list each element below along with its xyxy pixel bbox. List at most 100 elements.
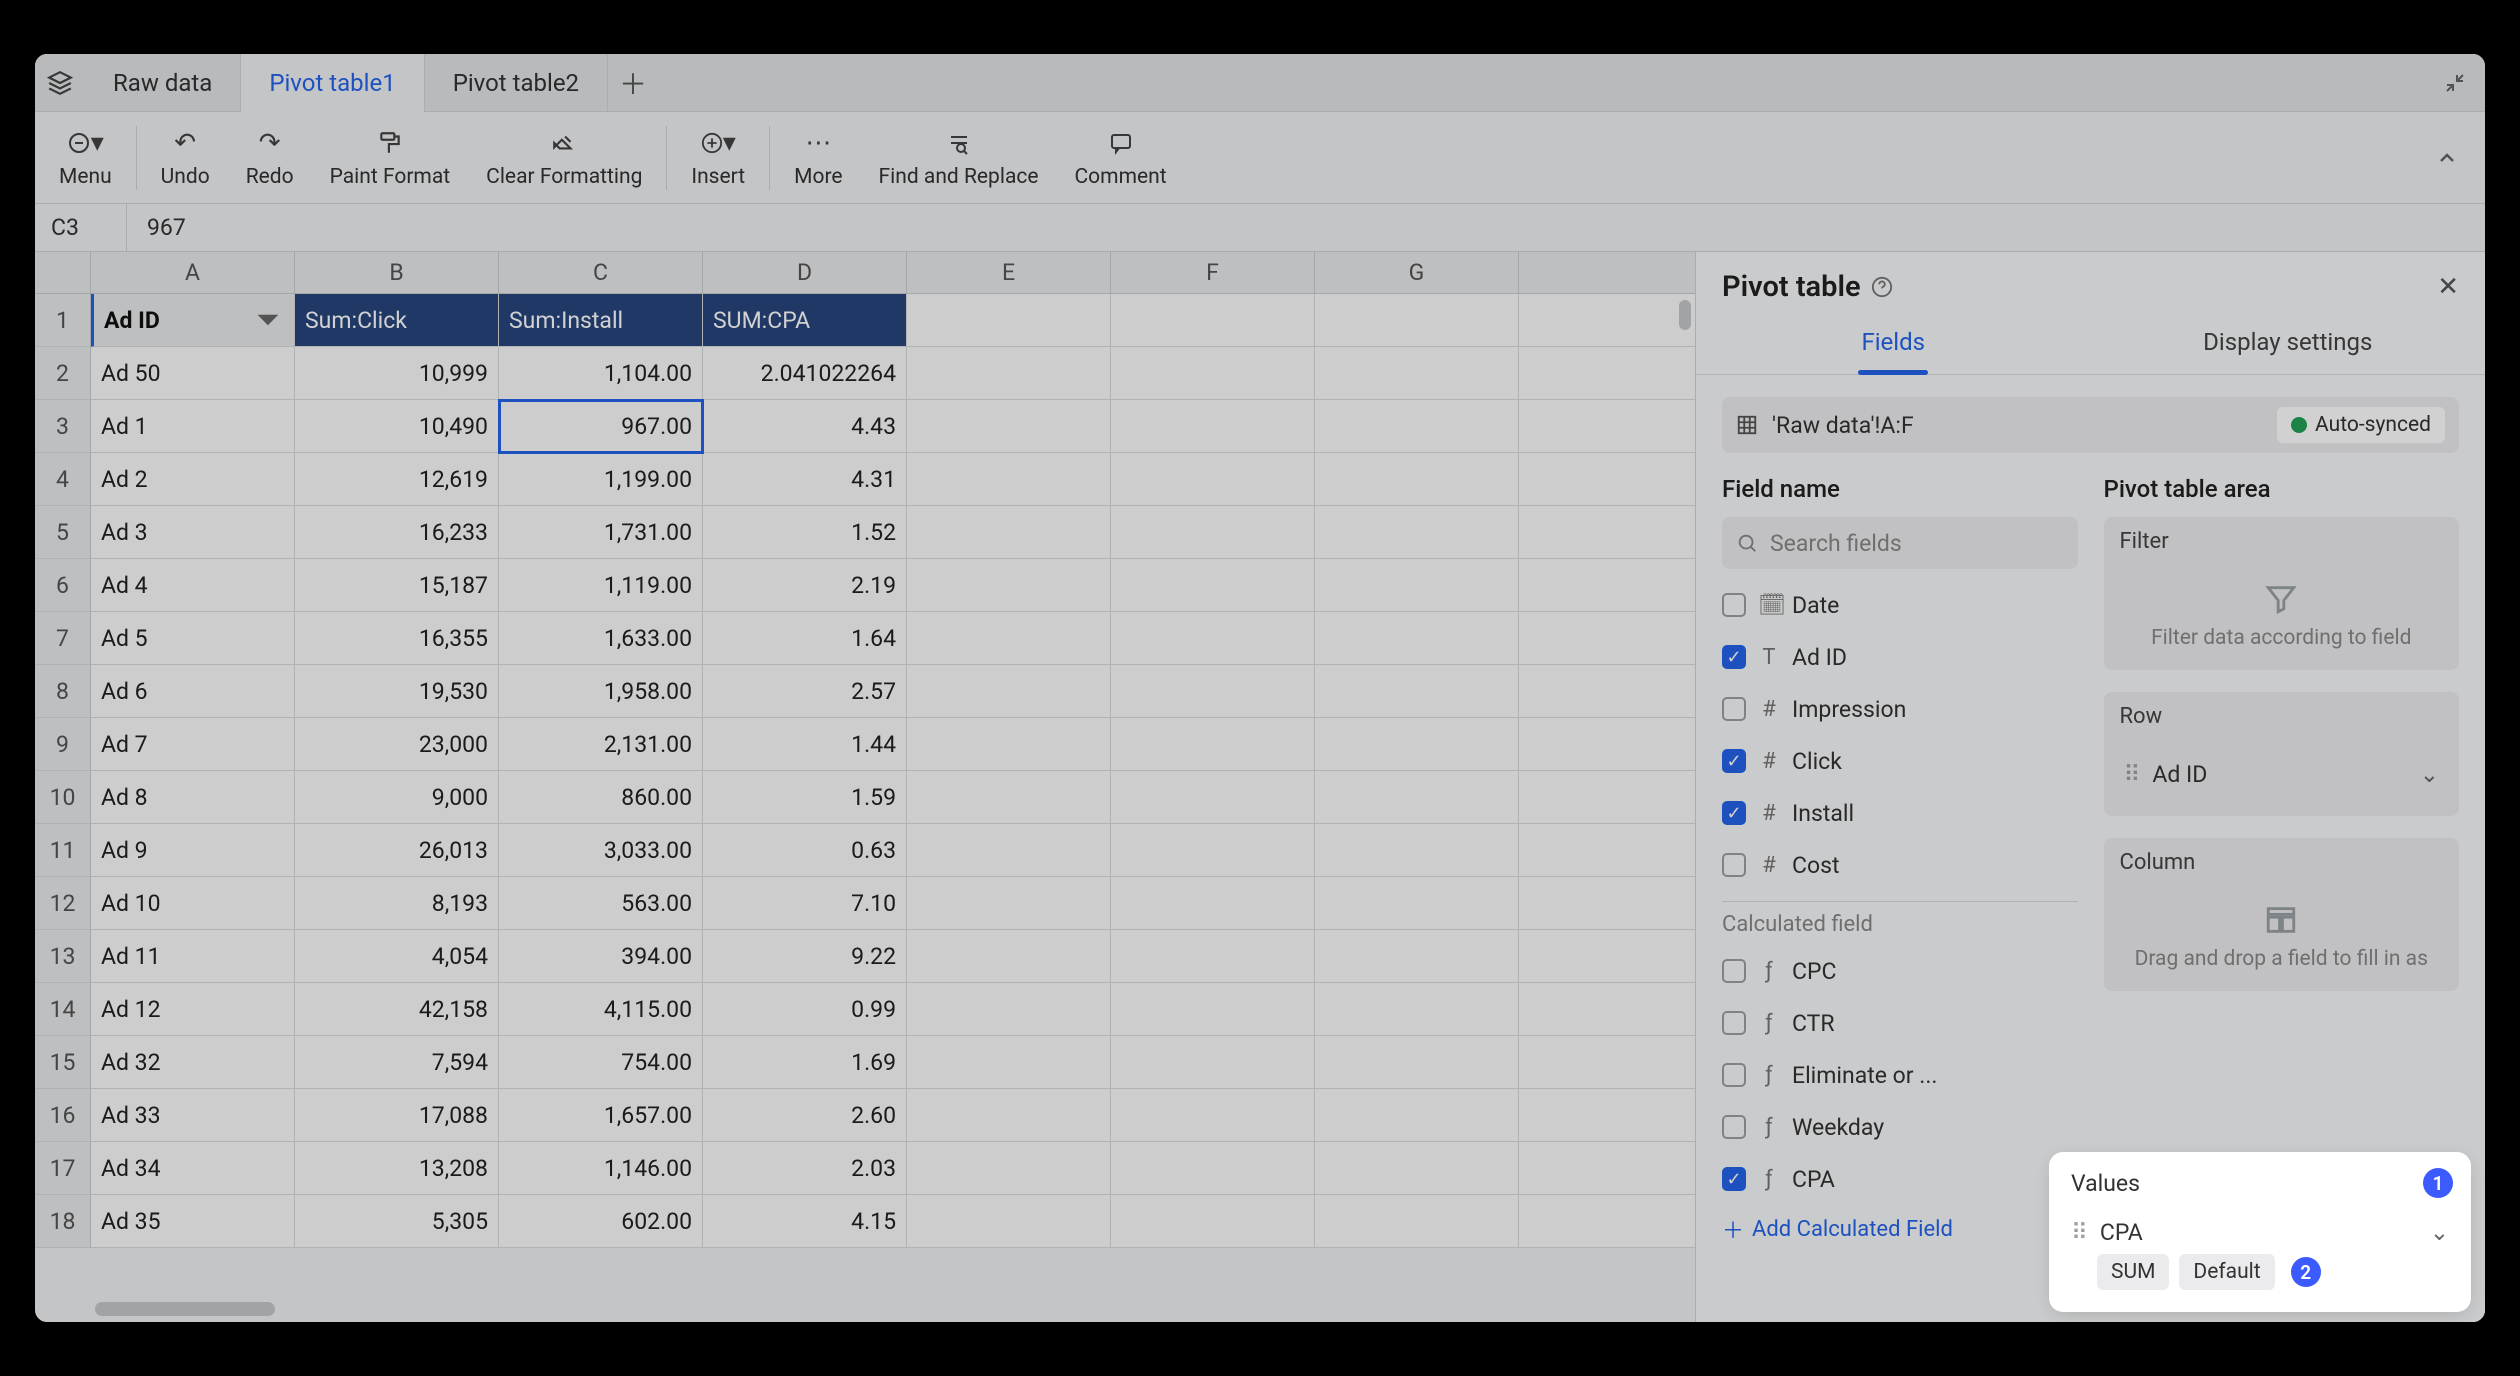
empty-cell[interactable] <box>1315 824 1519 877</box>
cell-install[interactable]: 1,657.00 <box>499 1089 703 1142</box>
row-header[interactable]: 1 <box>35 294 91 347</box>
row-header[interactable]: 18 <box>35 1195 91 1248</box>
empty-cell[interactable] <box>1315 1036 1519 1089</box>
empty-cell[interactable] <box>1315 930 1519 983</box>
spreadsheet-grid[interactable]: ABCDEFG1Ad ID⏷Sum:ClickSum:InstallSUM:CP… <box>35 252 1695 1248</box>
cell-adid[interactable]: Ad 7 <box>91 718 295 771</box>
column-header[interactable]: D <box>703 252 907 294</box>
empty-cell[interactable] <box>1315 1195 1519 1248</box>
cell-cpa[interactable]: 2.041022264 <box>703 347 907 400</box>
column-header[interactable]: F <box>1111 252 1315 294</box>
cell-click[interactable]: 15,187 <box>295 559 499 612</box>
aggregation-sum[interactable]: SUM <box>2097 1254 2169 1290</box>
row-header[interactable]: 17 <box>35 1142 91 1195</box>
empty-cell[interactable] <box>907 559 1111 612</box>
empty-cell[interactable] <box>1315 347 1519 400</box>
empty-cell[interactable] <box>1519 771 1695 824</box>
cell-cpa[interactable]: 1.69 <box>703 1036 907 1089</box>
cell-adid[interactable]: Ad 4 <box>91 559 295 612</box>
row-header[interactable]: 9 <box>35 718 91 771</box>
cell-click[interactable]: 10,999 <box>295 347 499 400</box>
cell-adid[interactable]: Ad 3 <box>91 506 295 559</box>
empty-cell[interactable] <box>1111 453 1315 506</box>
field-cpa[interactable]: ✓ƒCPA <box>1722 1153 2078 1205</box>
empty-cell[interactable] <box>1315 771 1519 824</box>
comment-button[interactable]: Comment <box>1057 112 1185 204</box>
tab-pivot2[interactable]: Pivot table2 <box>425 54 608 112</box>
clear-formatting-button[interactable]: Clear Formatting <box>468 112 660 204</box>
cell-install[interactable]: 1,104.00 <box>499 347 703 400</box>
cell-install[interactable]: 4,115.00 <box>499 983 703 1036</box>
empty-cell[interactable] <box>1519 347 1695 400</box>
empty-cell[interactable] <box>907 1195 1111 1248</box>
empty-cell[interactable] <box>1111 1142 1315 1195</box>
empty-cell[interactable] <box>907 1142 1111 1195</box>
column-header[interactable]: G <box>1315 252 1519 294</box>
cell-click[interactable]: 42,158 <box>295 983 499 1036</box>
row-header[interactable]: 15 <box>35 1036 91 1089</box>
cell-cpa[interactable]: 4.43 <box>703 400 907 453</box>
display-default[interactable]: Default <box>2179 1254 2274 1290</box>
cell-click[interactable]: 10,490 <box>295 400 499 453</box>
cell-install[interactable]: 3,033.00 <box>499 824 703 877</box>
empty-cell[interactable] <box>1111 506 1315 559</box>
cell-click[interactable]: 16,355 <box>295 612 499 665</box>
values-field-cpa[interactable]: ⠿ CPA ⌄ <box>2071 1211 2449 1254</box>
empty-cell[interactable] <box>1111 877 1315 930</box>
search-fields-input[interactable]: Search fields <box>1722 517 2078 569</box>
empty-cell[interactable] <box>907 877 1111 930</box>
row-header[interactable]: 2 <box>35 347 91 400</box>
empty-cell[interactable] <box>1519 400 1695 453</box>
redo-button[interactable]: ↷Redo <box>228 112 312 204</box>
help-icon[interactable] <box>1871 276 1893 298</box>
data-range[interactable]: 'Raw data'!A:F Auto-synced <box>1722 397 2459 453</box>
empty-cell[interactable] <box>1111 347 1315 400</box>
cell-click[interactable]: 5,305 <box>295 1195 499 1248</box>
empty-cell[interactable] <box>907 718 1111 771</box>
cell-adid[interactable]: Ad 2 <box>91 453 295 506</box>
tab-fields[interactable]: Fields <box>1696 314 2091 374</box>
empty-cell[interactable] <box>907 453 1111 506</box>
empty-cell[interactable] <box>1111 824 1315 877</box>
empty-cell[interactable] <box>1315 718 1519 771</box>
cell-click[interactable]: 23,000 <box>295 718 499 771</box>
empty-cell[interactable] <box>1315 453 1519 506</box>
cell-click[interactable]: 12,619 <box>295 453 499 506</box>
cell-install[interactable]: 860.00 <box>499 771 703 824</box>
empty-cell[interactable] <box>907 665 1111 718</box>
cell-adid[interactable]: Ad 33 <box>91 1089 295 1142</box>
empty-cell[interactable] <box>907 400 1111 453</box>
cell-install[interactable]: 602.00 <box>499 1195 703 1248</box>
empty-cell[interactable] <box>1111 1036 1315 1089</box>
empty-cell[interactable] <box>1111 930 1315 983</box>
empty-cell[interactable] <box>907 771 1111 824</box>
cell-cpa[interactable]: 4.31 <box>703 453 907 506</box>
column-header[interactable]: C <box>499 252 703 294</box>
add-calculated-field[interactable]: ＋Add Calculated Field <box>1722 1213 2078 1245</box>
field-install[interactable]: ✓#Install <box>1722 787 2078 839</box>
cell-install[interactable]: 1,731.00 <box>499 506 703 559</box>
cell-cpa[interactable]: 4.15 <box>703 1195 907 1248</box>
field-ad-id[interactable]: ✓TAd ID <box>1722 631 2078 683</box>
empty-cell[interactable] <box>1111 771 1315 824</box>
empty-cell[interactable] <box>1315 665 1519 718</box>
empty-cell[interactable] <box>1315 983 1519 1036</box>
cell-adid[interactable]: Ad 32 <box>91 1036 295 1089</box>
cell-cpa[interactable]: 9.22 <box>703 930 907 983</box>
cell-install[interactable]: 1,633.00 <box>499 612 703 665</box>
cell-install[interactable]: 967.00 <box>499 400 703 453</box>
empty-cell[interactable] <box>1519 453 1695 506</box>
empty-cell[interactable] <box>907 1089 1111 1142</box>
row-header[interactable]: 8 <box>35 665 91 718</box>
cell-cpa[interactable]: 0.99 <box>703 983 907 1036</box>
cell-cpa[interactable]: 0.63 <box>703 824 907 877</box>
row-header[interactable]: 3 <box>35 400 91 453</box>
cell-adid[interactable]: Ad 12 <box>91 983 295 1036</box>
field-eliminate[interactable]: ƒEliminate or ... <box>1722 1049 2078 1101</box>
empty-cell[interactable] <box>907 983 1111 1036</box>
empty-cell[interactable] <box>1519 877 1695 930</box>
cell-cpa[interactable]: 2.19 <box>703 559 907 612</box>
empty-cell[interactable] <box>907 930 1111 983</box>
empty-cell[interactable] <box>907 294 1111 347</box>
empty-cell[interactable] <box>1519 983 1695 1036</box>
